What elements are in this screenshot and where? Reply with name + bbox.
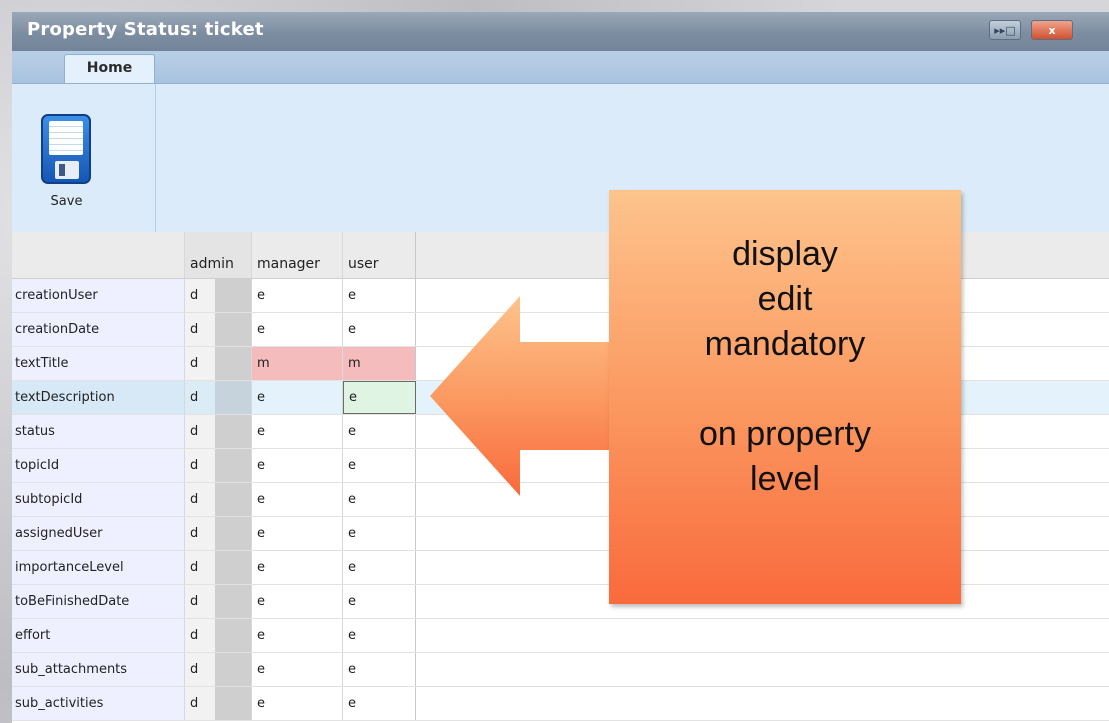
title-bar: Property Status: ticket ▸▸□ x	[12, 12, 1109, 51]
manager-cell[interactable]: e	[252, 483, 343, 516]
user-cell[interactable]: e	[343, 483, 416, 516]
header-admin[interactable]: admin	[185, 232, 252, 278]
property-name: assignedUser	[12, 517, 185, 550]
user-cell[interactable]: e	[343, 279, 416, 312]
floppy-shutter	[55, 161, 79, 179]
property-name: status	[12, 415, 185, 448]
manager-cell[interactable]: e	[252, 517, 343, 550]
floppy-disk-icon	[41, 114, 91, 184]
admin-cell[interactable]: d	[185, 449, 252, 482]
row-filler	[416, 653, 1109, 686]
admin-cell[interactable]: d	[185, 653, 252, 686]
admin-cell[interactable]: d	[185, 415, 252, 448]
admin-cell[interactable]: d	[185, 313, 252, 346]
manager-cell[interactable]: e	[252, 687, 343, 720]
save-button[interactable]: Save	[39, 114, 94, 214]
tab-home[interactable]: Home	[64, 54, 155, 84]
manager-cell[interactable]: e	[252, 449, 343, 482]
user-cell[interactable]: e	[343, 313, 416, 346]
close-icon: x	[1048, 23, 1056, 37]
property-name: textTitle	[12, 347, 185, 380]
property-name: effort	[12, 619, 185, 652]
user-cell[interactable]: e	[343, 449, 416, 482]
manager-cell[interactable]: m	[252, 347, 343, 380]
admin-cell[interactable]: d	[185, 347, 252, 380]
callout-text: display edit mandatory on property level	[609, 232, 961, 502]
manager-cell[interactable]: e	[252, 585, 343, 618]
user-cell[interactable]: e	[343, 551, 416, 584]
manager-cell[interactable]: e	[252, 313, 343, 346]
manager-cell[interactable]: e	[252, 653, 343, 686]
restore-icon: ▸▸□	[994, 23, 1016, 37]
manager-cell[interactable]: e	[252, 415, 343, 448]
ribbon-tab-row: Home	[12, 51, 1109, 84]
row-filler	[416, 619, 1109, 652]
user-cell-editing[interactable]: e	[343, 381, 416, 414]
header-manager[interactable]: manager	[252, 232, 343, 278]
property-name: textDescription	[12, 381, 185, 414]
user-cell[interactable]: m	[343, 347, 416, 380]
property-name: subtopicId	[12, 483, 185, 516]
admin-cell[interactable]: d	[185, 551, 252, 584]
table-row[interactable]: sub_activities d e e	[12, 687, 1109, 721]
manager-cell[interactable]: e	[252, 619, 343, 652]
close-button[interactable]: x	[1031, 20, 1073, 40]
user-cell[interactable]: e	[343, 585, 416, 618]
user-cell[interactable]: e	[343, 687, 416, 720]
callout-line: on property	[699, 415, 871, 453]
admin-cell[interactable]: d	[185, 381, 252, 414]
admin-cell[interactable]: d	[185, 619, 252, 652]
ribbon-separator	[155, 84, 156, 232]
header-user[interactable]: user	[343, 232, 416, 278]
table-row[interactable]: effort d e e	[12, 619, 1109, 653]
manager-cell[interactable]: e	[252, 279, 343, 312]
callout-line: edit	[757, 280, 813, 318]
callout-line	[609, 367, 961, 412]
admin-cell[interactable]: d	[185, 585, 252, 618]
callout-box: display edit mandatory on property level	[609, 190, 961, 604]
callout-line: level	[750, 460, 820, 498]
header-property	[12, 232, 185, 278]
admin-cell[interactable]: d	[185, 279, 252, 312]
property-name: toBeFinishedDate	[12, 585, 185, 618]
user-cell[interactable]: e	[343, 653, 416, 686]
admin-cell[interactable]: d	[185, 687, 252, 720]
manager-cell[interactable]: e	[252, 551, 343, 584]
user-cell[interactable]: e	[343, 517, 416, 550]
property-name: sub_attachments	[12, 653, 185, 686]
manager-cell[interactable]: e	[252, 381, 343, 414]
admin-cell[interactable]: d	[185, 517, 252, 550]
property-status-window: Property Status: ticket ▸▸□ x Home Save …	[12, 12, 1109, 723]
callout-line: display	[732, 235, 838, 273]
property-name: creationDate	[12, 313, 185, 346]
user-cell[interactable]: e	[343, 619, 416, 652]
property-name: importanceLevel	[12, 551, 185, 584]
window-title: Property Status: ticket	[27, 19, 264, 40]
table-row[interactable]: sub_attachments d e e	[12, 653, 1109, 687]
property-name: sub_activities	[12, 687, 185, 720]
user-cell[interactable]: e	[343, 415, 416, 448]
floppy-label	[49, 121, 83, 155]
admin-cell[interactable]: d	[185, 483, 252, 516]
restore-button[interactable]: ▸▸□	[989, 20, 1021, 40]
save-label: Save	[50, 194, 83, 209]
property-name: creationUser	[12, 279, 185, 312]
row-filler	[416, 687, 1109, 720]
property-name: topicId	[12, 449, 185, 482]
callout-line: mandatory	[704, 325, 866, 363]
